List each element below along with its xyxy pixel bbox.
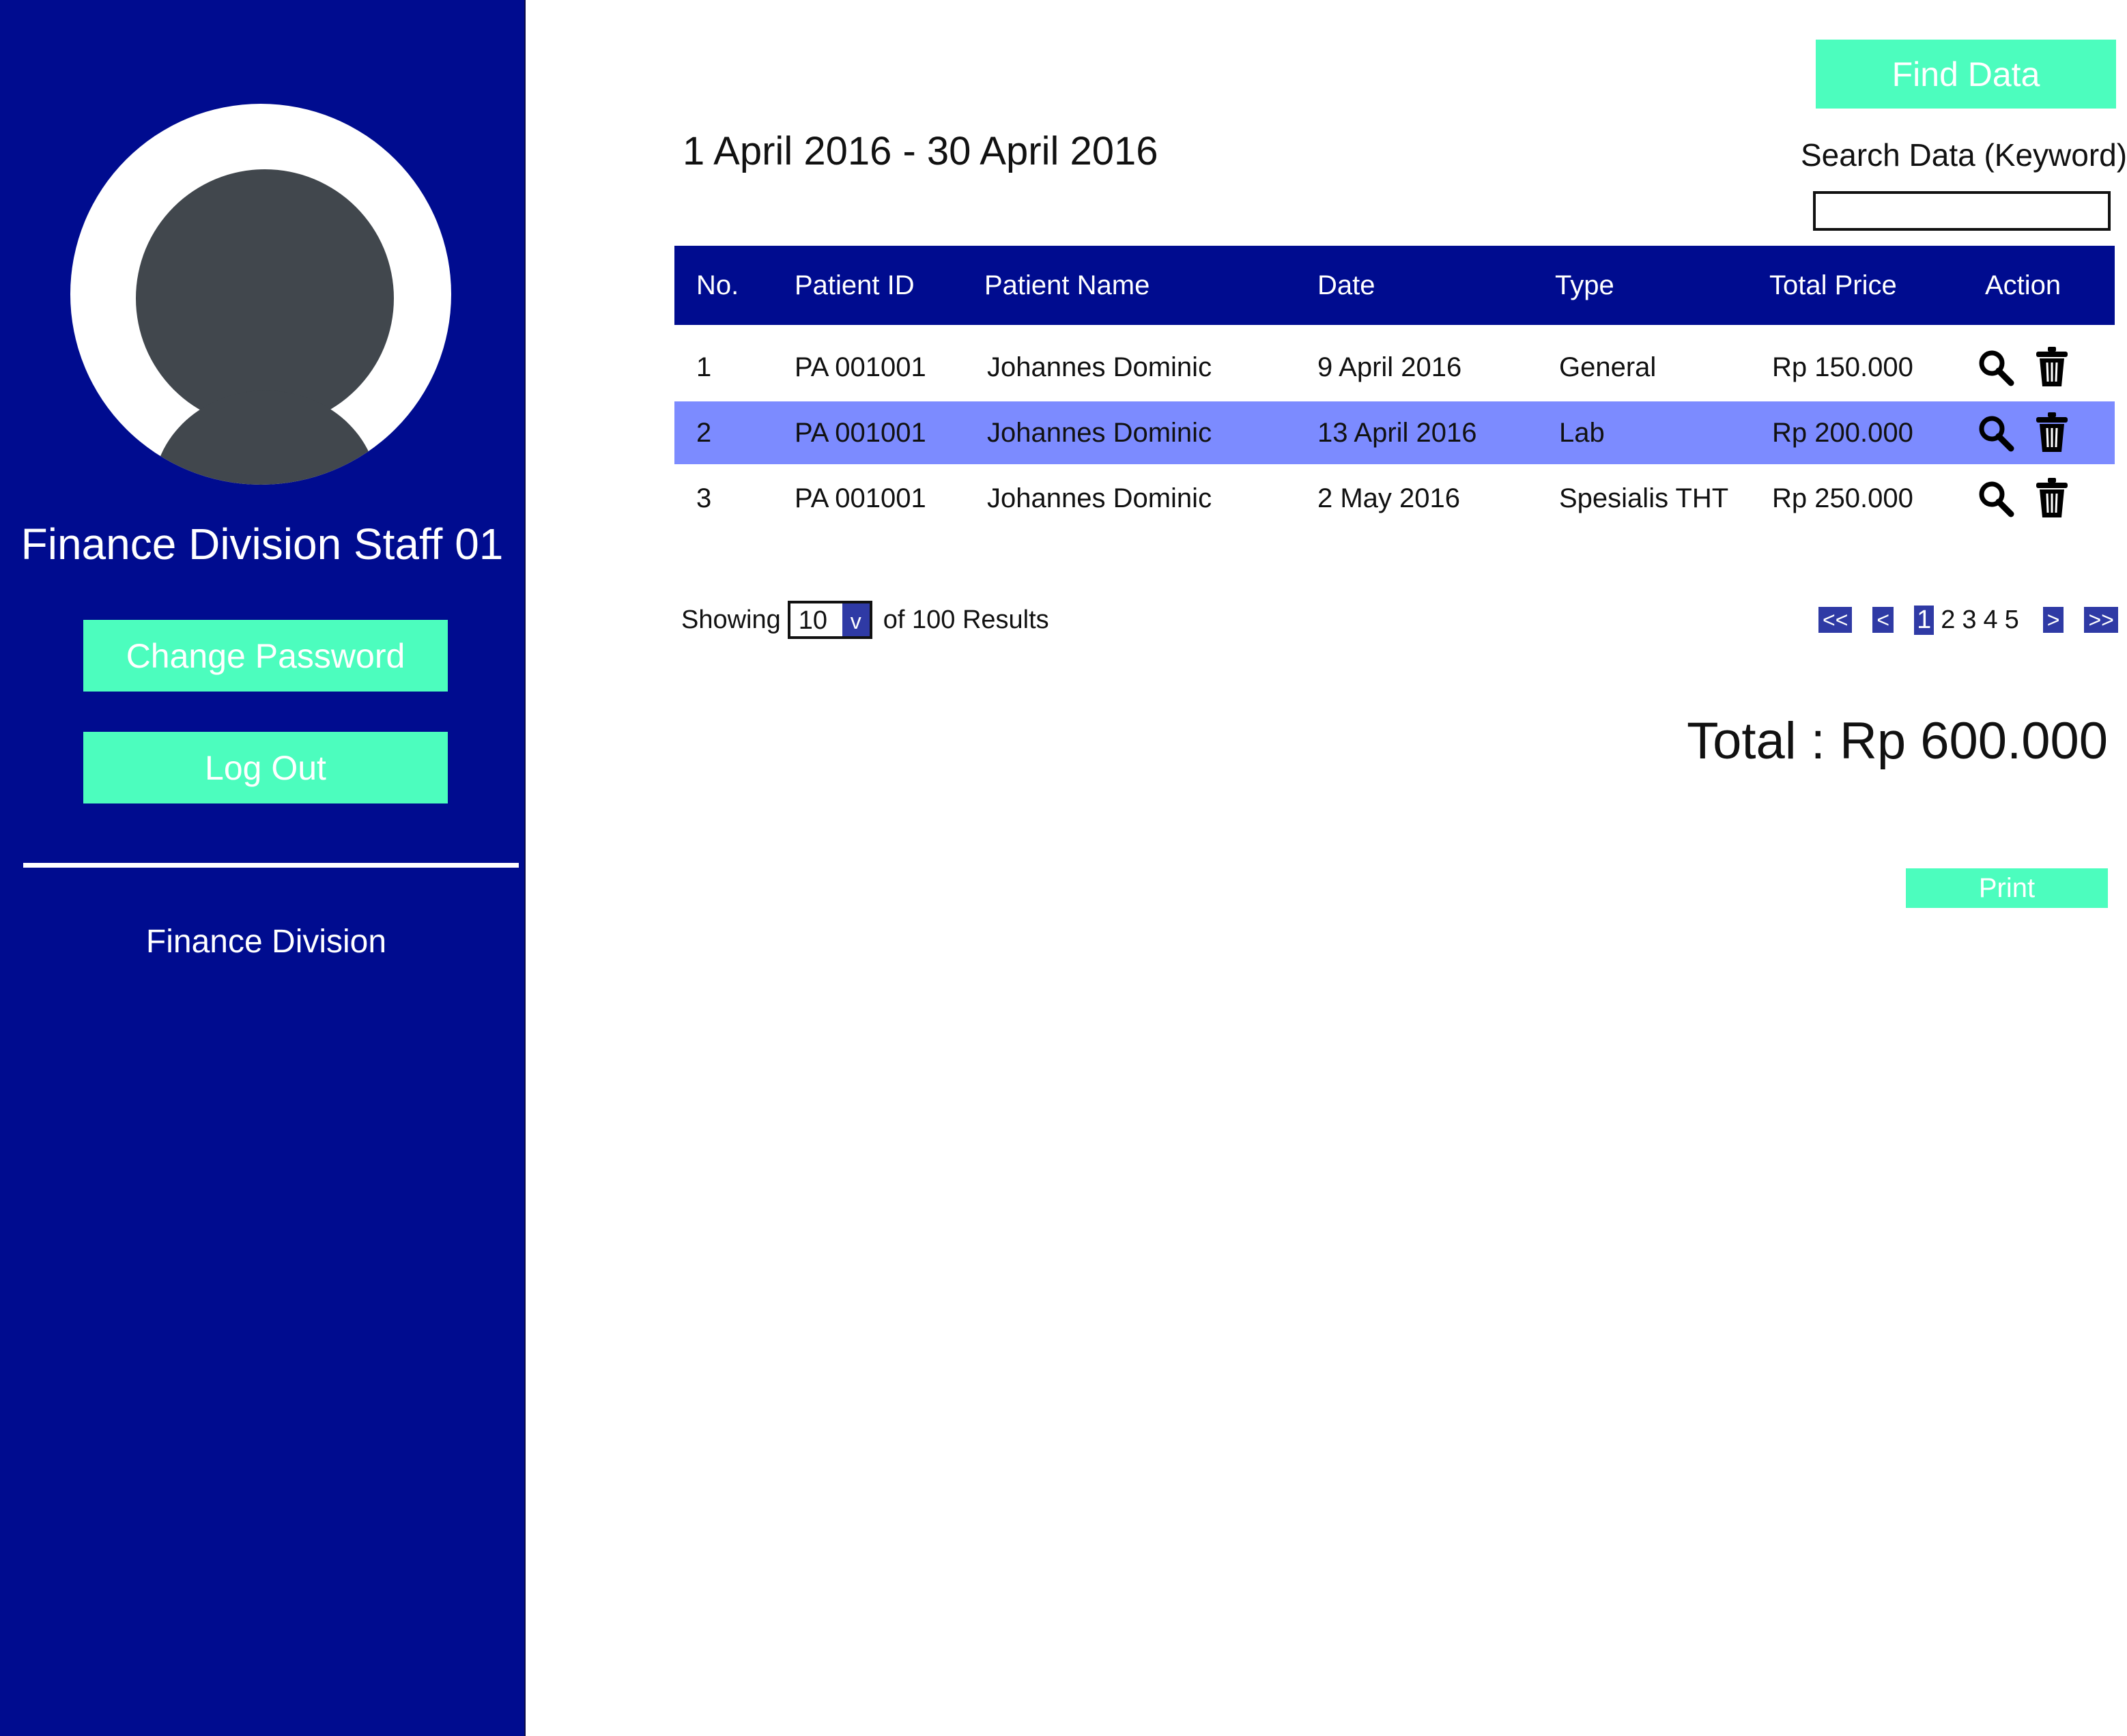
cell-patient-name: Johannes Dominic — [987, 483, 1212, 513]
avatar-body — [153, 390, 378, 485]
search-label: Search Data (Keyword) — [1801, 137, 2127, 173]
print-button[interactable]: Print — [1906, 868, 2108, 908]
cell-patient-id: PA 001001 — [795, 483, 926, 513]
cell-total-price: Rp 250.000 — [1772, 483, 1913, 513]
next-page-button[interactable]: > — [2042, 607, 2064, 633]
prev-page-button[interactable]: < — [1872, 607, 1894, 633]
page-size-select[interactable]: 10 v — [787, 601, 872, 639]
showing-label: Showing — [681, 605, 781, 634]
table-row[interactable]: 1 PA 001001 Johannes Dominic 9 April 201… — [674, 336, 2115, 399]
find-data-button[interactable]: Find Data — [1816, 40, 2116, 109]
cell-date: 2 May 2016 — [1317, 483, 1461, 513]
search-icon[interactable] — [1975, 476, 2016, 520]
avatar-head — [136, 169, 394, 427]
cell-date: 13 April 2016 — [1317, 418, 1477, 448]
column-header-total-price: Total Price — [1769, 270, 1897, 300]
cell-patient-id: PA 001001 — [795, 418, 926, 448]
column-header-patient-id: Patient ID — [795, 270, 915, 300]
cell-patient-name: Johannes Dominic — [987, 352, 1212, 382]
table-header: No. Patient ID Patient Name Date Type To… — [674, 246, 2115, 325]
date-range-title: 1 April 2016 - 30 April 2016 — [683, 129, 1158, 173]
trash-icon[interactable] — [2031, 345, 2072, 389]
column-header-patient-name: Patient Name — [984, 270, 1150, 300]
trash-icon[interactable] — [2031, 476, 2072, 520]
cell-type: Spesialis THT — [1559, 483, 1729, 513]
staff-name: Finance Division Staff 01 — [20, 520, 504, 569]
results-summary: Showing 10 v of 100 Results — [681, 601, 1049, 639]
search-input[interactable] — [1813, 191, 2111, 231]
logout-button[interactable]: Log Out — [83, 732, 448, 803]
sidebar: Finance Division Staff 01 Change Passwor… — [0, 0, 526, 1736]
pagination: << < 1 2 3 4 5 > >> — [1818, 601, 2118, 639]
cell-type: Lab — [1559, 418, 1605, 448]
user-avatar-icon — [70, 104, 451, 485]
page-3-button[interactable]: 3 — [1962, 606, 1976, 635]
column-header-type: Type — [1555, 270, 1614, 300]
cell-no: 2 — [696, 418, 712, 448]
page-4-button[interactable]: 4 — [1983, 606, 1997, 635]
sidebar-divider — [23, 863, 519, 868]
column-header-date: Date — [1317, 270, 1375, 300]
page-1-button[interactable]: 1 — [1914, 605, 1935, 635]
column-header-action: Action — [1985, 270, 2061, 300]
page-5-button[interactable]: 5 — [2005, 606, 2019, 635]
page-size-value: 10 — [790, 603, 842, 636]
table-row[interactable]: 3 PA 001001 Johannes Dominic 2 May 2016 … — [674, 467, 2115, 530]
cell-total-price: Rp 150.000 — [1772, 352, 1913, 382]
cell-patient-id: PA 001001 — [795, 352, 926, 382]
search-icon[interactable] — [1975, 345, 2016, 389]
trash-icon[interactable] — [2031, 411, 2072, 455]
grand-total: Total : Rp 600.000 — [1687, 712, 2108, 770]
search-icon[interactable] — [1975, 411, 2016, 455]
sidebar-item-finance-division[interactable]: Finance Division — [0, 923, 532, 961]
column-header-no: No. — [696, 270, 739, 300]
last-page-button[interactable]: >> — [2084, 607, 2118, 633]
results-count-label: of 100 Results — [883, 605, 1049, 634]
cell-no: 1 — [696, 352, 712, 382]
page-2-button[interactable]: 2 — [1941, 606, 1955, 635]
cell-no: 3 — [696, 483, 712, 513]
change-password-button[interactable]: Change Password — [83, 620, 448, 692]
table-row[interactable]: 2 PA 001001 Johannes Dominic 13 April 20… — [674, 401, 2115, 464]
cell-date: 9 April 2016 — [1317, 352, 1462, 382]
chevron-down-icon[interactable]: v — [842, 603, 870, 636]
first-page-button[interactable]: << — [1818, 607, 1853, 633]
cell-type: General — [1559, 352, 1657, 382]
cell-patient-name: Johannes Dominic — [987, 418, 1212, 448]
cell-total-price: Rp 200.000 — [1772, 418, 1913, 448]
